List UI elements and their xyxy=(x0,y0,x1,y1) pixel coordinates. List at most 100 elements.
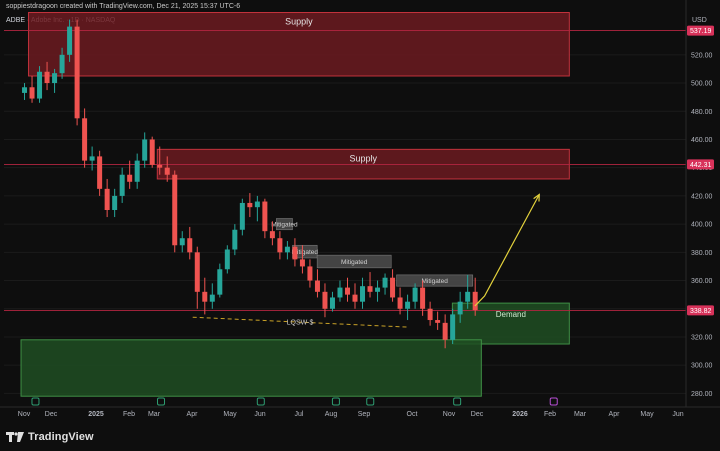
event-marker-icon xyxy=(256,397,265,406)
tradingview-icon xyxy=(6,432,24,442)
time-axis-tick: 2025 xyxy=(88,411,104,418)
time-axis-tick: Dec xyxy=(45,411,58,418)
candle-body xyxy=(52,73,58,84)
candle-body xyxy=(322,291,328,309)
candle-body xyxy=(299,259,305,267)
candle-body xyxy=(269,231,275,239)
time-axis-tick: Jun xyxy=(254,411,265,418)
candle-body xyxy=(112,195,118,211)
time-axis-tick: Nov xyxy=(443,411,456,418)
price-axis-tick: 480.00 xyxy=(691,109,713,116)
price-chart[interactable]: Supply Supply Demand Mitigated Mitigated Miti… xyxy=(0,0,720,425)
candle-body xyxy=(44,71,50,84)
tradingview-logo[interactable]: TradingView xyxy=(6,430,94,444)
event-marker-icon xyxy=(31,397,40,406)
time-axis-tick: Jul xyxy=(295,411,304,418)
price-tag-label: 338.82 xyxy=(690,308,712,315)
mitigated-label: Mitigated xyxy=(421,278,448,285)
candle-body xyxy=(172,174,178,246)
event-marker-icon xyxy=(157,397,166,406)
projection-path xyxy=(474,194,540,307)
price-axis-tick: 300.00 xyxy=(691,363,713,370)
candle-body xyxy=(284,246,290,253)
candle-body xyxy=(209,294,215,302)
mitigated-label: Mitigated xyxy=(271,222,298,229)
candle-body xyxy=(97,156,103,189)
candle-body xyxy=(337,287,343,298)
price-axis-tick: 500.00 xyxy=(691,81,713,88)
candle-body xyxy=(202,291,208,302)
candle-body xyxy=(224,249,230,270)
candle-body xyxy=(142,139,148,161)
price-axis-tick: 400.00 xyxy=(691,222,713,229)
time-axis-tick: Oct xyxy=(407,411,418,418)
event-marker-icon xyxy=(331,397,340,406)
candle-body xyxy=(254,201,260,208)
candle-body xyxy=(239,202,245,230)
event-marker-icon xyxy=(549,397,558,406)
price-axis-panel xyxy=(686,0,720,425)
demand-zone-label: Demand xyxy=(496,310,526,319)
time-axis-tick: Mar xyxy=(574,411,587,418)
candle-body xyxy=(390,277,396,298)
candle-body xyxy=(277,238,283,253)
price-tag-label: 537.19 xyxy=(690,28,712,35)
time-axis-tick: 2026 xyxy=(512,411,528,418)
candle-body xyxy=(262,201,268,232)
candle-body xyxy=(450,314,456,340)
candle-body xyxy=(405,301,411,309)
candle-body xyxy=(89,156,95,161)
footer-bar xyxy=(0,425,720,451)
candle-body xyxy=(74,26,80,119)
price-axis-tick: 520.00 xyxy=(691,52,713,59)
candle-body xyxy=(187,238,193,253)
price-tag-label: 442.31 xyxy=(690,162,712,169)
candle-body xyxy=(435,320,441,323)
candle-body xyxy=(59,54,65,74)
tradingview-logo-text: TradingView xyxy=(28,431,94,443)
candle-body xyxy=(472,291,478,311)
candle-body xyxy=(157,164,163,168)
candle-body xyxy=(442,322,448,340)
candle-body xyxy=(119,174,125,196)
price-axis-tick: 420.00 xyxy=(691,193,713,200)
event-marker-icon xyxy=(366,397,375,406)
price-axis-tick: 380.00 xyxy=(691,250,713,257)
candle-body xyxy=(420,287,426,309)
price-axis-tick: 360.00 xyxy=(691,278,713,285)
candle-body xyxy=(307,266,313,281)
time-axis-tick: Nov xyxy=(18,411,31,418)
supply-zone-label: Supply xyxy=(350,153,378,163)
candle-body xyxy=(37,71,43,99)
time-axis-tick: Dec xyxy=(471,411,484,418)
candle-body xyxy=(457,301,463,315)
candle-body xyxy=(164,167,170,175)
price-axis-unit: USD xyxy=(692,17,707,24)
candle-body xyxy=(217,269,223,295)
candle-body xyxy=(194,252,200,292)
time-axis-tick: Jun xyxy=(672,411,683,418)
candle-body xyxy=(412,287,418,302)
candle-body xyxy=(314,280,320,292)
candle-body xyxy=(82,118,88,161)
time-axis-tick: May xyxy=(223,411,237,418)
demand-zone xyxy=(20,339,482,397)
candle-body xyxy=(360,286,366,302)
candle-body xyxy=(367,286,373,292)
candle-body xyxy=(344,287,350,295)
time-axis-tick: Apr xyxy=(609,411,621,418)
liquidity-sweep-label: LQSW-$ xyxy=(287,320,314,327)
time-axis-tick: May xyxy=(640,411,654,418)
candle-body xyxy=(179,238,185,246)
candle-body xyxy=(134,160,140,182)
time-axis-tick: Feb xyxy=(123,411,135,418)
candle-body xyxy=(382,277,388,288)
candle-body xyxy=(127,174,133,182)
supply-zone-label: Supply xyxy=(285,17,313,27)
candle-body xyxy=(292,246,298,260)
candle-body xyxy=(104,188,110,211)
candle-body xyxy=(247,202,253,208)
candle-body xyxy=(375,287,381,292)
candle-body xyxy=(427,308,433,321)
candle-body xyxy=(397,297,403,309)
